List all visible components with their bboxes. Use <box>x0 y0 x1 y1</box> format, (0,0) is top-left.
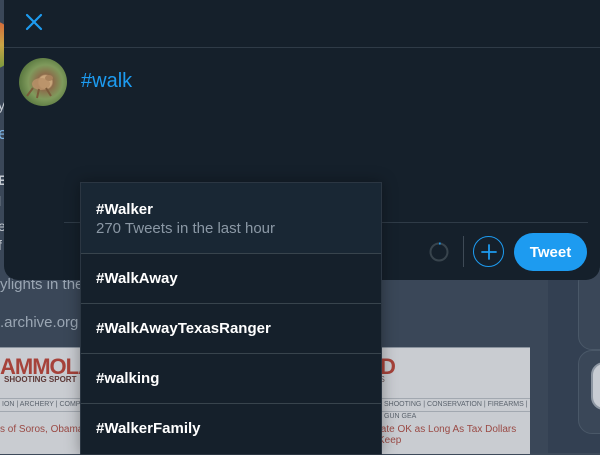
suggestion-meta: 270 Tweets in the last hour <box>96 220 276 237</box>
preview-nav-right: SHOOTING | CONSERVATION | FIREARMS | GUN… <box>384 401 528 420</box>
add-tweet-button[interactable] <box>473 236 504 267</box>
preview-nav-left: ION | ARCHERY | COMPE <box>2 401 86 408</box>
preview-logo-sub: SHOOTING SPORT <box>4 375 77 384</box>
suggestion-hashtag: #Walker <box>96 201 153 218</box>
toolbar-separator <box>463 236 464 267</box>
suggestion-item[interactable]: #WalkAway <box>81 254 381 304</box>
preview-headline: tate OK as Long As Tax Dollars Keep <box>378 424 517 446</box>
suggestion-hashtag: #WalkerFamily <box>96 420 201 437</box>
suggestion-hashtag: #WalkAwayTexasRanger <box>96 320 271 337</box>
suggestion-item[interactable]: #WalkerFamily <box>81 404 381 454</box>
sidebar-avatar <box>591 362 600 410</box>
avatar-image <box>26 75 53 99</box>
tweet-button[interactable]: Tweet <box>514 233 587 271</box>
modal-header-divider <box>4 47 600 48</box>
hashtag-suggestions-dropdown: #Walker 270 Tweets in the last hour #Wal… <box>80 182 382 455</box>
timeline-link: .archive.org <box>0 314 79 331</box>
preview-headline: s of Soros, Obama, <box>0 424 87 435</box>
character-count-ring <box>429 242 449 262</box>
close-icon <box>25 13 43 31</box>
suggestion-hashtag: #WalkAway <box>96 270 178 287</box>
suggestion-item[interactable]: #Walker 270 Tweets in the last hour <box>81 183 381 254</box>
suggestion-item[interactable]: #WalkAwayTexasRanger <box>81 304 381 354</box>
tweet-text-input[interactable]: #walk <box>81 68 132 94</box>
plus-icon <box>480 243 497 260</box>
timeline-text: l <box>0 193 1 209</box>
suggestion-hashtag: #walking <box>96 370 160 387</box>
close-button[interactable] <box>20 8 48 36</box>
sidebar-card <box>578 268 600 350</box>
user-avatar[interactable] <box>19 58 67 106</box>
timeline-text: f <box>0 237 2 253</box>
suggestion-item[interactable]: #walking <box>81 354 381 404</box>
